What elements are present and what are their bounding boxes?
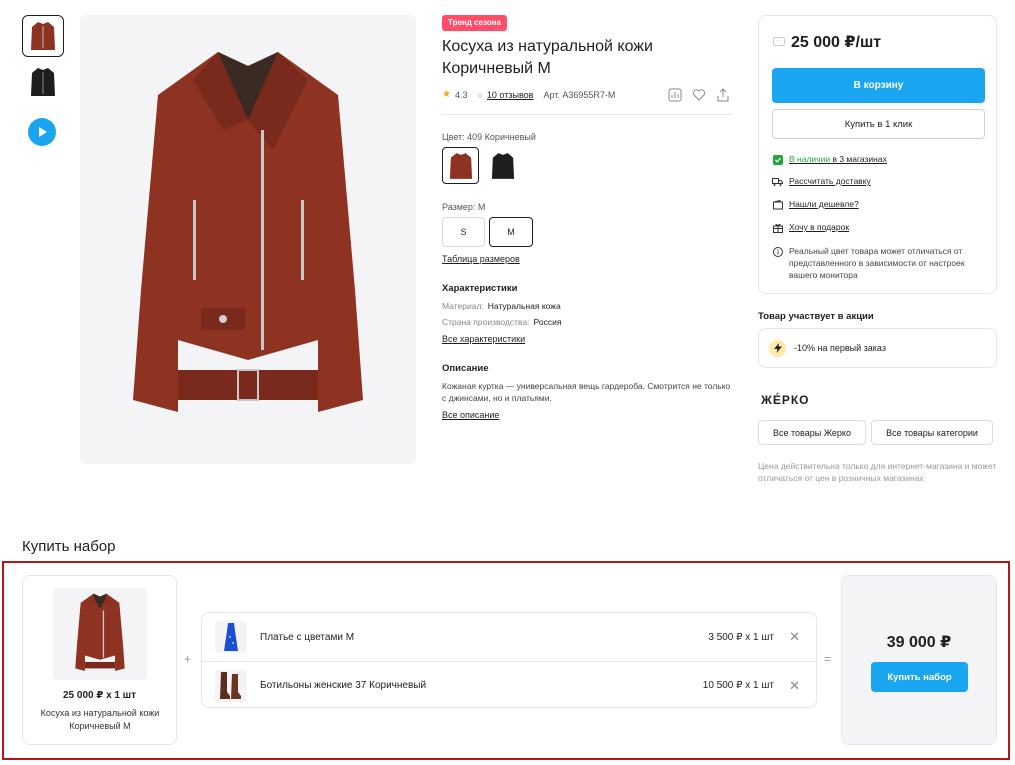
star-icon: ★	[442, 89, 451, 100]
product-meta: ★ 4.3 ○ 10 отзывов Арт. A36955R7-M	[442, 89, 615, 100]
price-note: Цена действительна только для интернет-м…	[758, 461, 997, 483]
color-label: Цвет: 409 Коричневый	[442, 132, 536, 142]
promo-title: Товар участвует в акции	[758, 311, 874, 322]
cheaper-row[interactable]: Нашли дешевле?	[772, 199, 859, 210]
bundle-total-price: 39 000 ₽	[886, 634, 952, 651]
size-table-link[interactable]: Таблица размеров	[442, 254, 520, 264]
remove-item-icon[interactable]: ✕	[789, 629, 800, 645]
spec-country: Страна производства: Россия	[442, 317, 561, 327]
plus-sign: +	[184, 652, 192, 666]
bundle-main-item: 25 000 ₽ x 1 шт Косуха из натуральной ко…	[22, 575, 177, 745]
brand-logo[interactable]: ЖЕ́РКО	[761, 393, 810, 407]
delivery-row[interactable]: Рассчитать доставку	[772, 176, 871, 187]
brown-jacket-swatch	[449, 152, 472, 179]
bundle-items-list: Платье с цветами M 3 500 ₽ x 1 шт ✕ Боти…	[201, 612, 817, 708]
boots-image[interactable]	[215, 669, 247, 702]
bundle-item-name: Ботильоны женские 37 Коричневый	[260, 680, 427, 691]
spec-material: Материал: Натуральная кожа	[442, 301, 561, 311]
description-title: Описание	[442, 363, 489, 374]
bundle-item-price: 3 500 ₽ x 1 шт	[708, 631, 774, 643]
compare-icon[interactable]	[668, 88, 682, 102]
spec-value: Россия	[533, 317, 562, 327]
color-option-black[interactable]	[484, 147, 521, 184]
promo-card[interactable]: -10% на первый заказ	[758, 328, 997, 368]
color-note-text: Реальный цвет товара может отличаться от…	[789, 246, 965, 280]
stores-count-text: в 3 магазинах	[830, 154, 887, 164]
play-icon	[39, 127, 47, 137]
info-icon	[772, 246, 783, 257]
size-option-s[interactable]: S	[442, 217, 485, 247]
black-jacket-thumbnail-image	[31, 68, 55, 96]
buy-card: ··· 25 000 ₽/шт В корзину Купить в 1 кли…	[758, 15, 997, 294]
product-actions	[668, 88, 730, 102]
bundle-item: Платье с цветами M 3 500 ₽ x 1 шт ✕	[202, 613, 816, 661]
color-note-row: Реальный цвет товара может отличаться от…	[772, 245, 987, 281]
product-title: Косуха из натуральной кожи Коричневый M	[442, 38, 653, 77]
add-to-cart-button[interactable]: В корзину	[772, 68, 985, 103]
thumbnail-brown-jacket[interactable]	[22, 15, 64, 57]
comment-icon: ○	[477, 89, 483, 100]
jacket-thumbnail-image	[31, 22, 55, 50]
reviews-link[interactable]: 10 отзывов	[487, 90, 534, 100]
gift-icon	[772, 222, 783, 233]
bundle-item: Ботильоны женские 37 Коричневый 10 500 ₽…	[202, 661, 816, 709]
all-brand-products-button[interactable]: Все товары Жерко	[758, 420, 866, 445]
divider	[442, 114, 732, 115]
article-number: Арт. A36955R7-M	[543, 89, 616, 100]
video-play-button[interactable]	[28, 118, 56, 146]
trend-badge: Тренд сезона	[442, 15, 507, 31]
bundle-item-price: 10 500 ₽ x 1 шт	[702, 680, 774, 691]
bundle-title: Купить набор	[22, 538, 116, 555]
spec-name: Страна производства:	[442, 317, 530, 327]
availability-link[interactable]: В наличии в 3 магазинах	[789, 154, 887, 164]
in-stock-text: В наличии	[789, 154, 831, 164]
size-label: Размер: M	[442, 202, 486, 212]
price: 25 000 ₽/шт	[791, 34, 882, 51]
gift-link[interactable]: Хочу в подарок	[789, 222, 849, 232]
black-jacket-swatch	[491, 152, 514, 179]
wallet-icon	[772, 199, 783, 210]
description-text: Кожаная куртка — универсальная вещь гард…	[442, 381, 731, 403]
bundle-main-name: Косуха из натуральной кожи Коричневый M	[40, 708, 160, 731]
remove-item-icon[interactable]: ✕	[789, 678, 800, 694]
jacket-image	[75, 593, 125, 671]
gift-row[interactable]: Хочу в подарок	[772, 222, 849, 233]
equals-sign: =	[824, 652, 832, 666]
all-category-products-button[interactable]: Все товары категории	[871, 420, 993, 445]
thumbnail-black-jacket[interactable]	[22, 61, 64, 103]
buy-one-click-button[interactable]: Купить в 1 клик	[772, 109, 985, 139]
buy-bundle-button[interactable]: Купить набор	[871, 662, 968, 692]
availability-row: В наличии в 3 магазинах	[772, 154, 887, 165]
all-description-link[interactable]: Все описание	[442, 410, 499, 420]
truck-icon	[772, 176, 783, 187]
price-tag-icon: ···	[773, 37, 785, 46]
check-circle-icon	[772, 154, 783, 165]
bundle-total-box: 39 000 ₽ Купить набор	[841, 575, 997, 745]
main-product-photo[interactable]	[80, 15, 416, 464]
rating-value: 4.3	[454, 89, 468, 100]
lightning-icon	[769, 339, 786, 357]
spec-name: Материал:	[442, 301, 484, 311]
size-option-m[interactable]: M	[489, 217, 533, 247]
spec-value: Натуральная кожа	[487, 301, 561, 311]
all-specs-link[interactable]: Все характеристики	[442, 334, 525, 344]
bundle-main-image[interactable]	[53, 588, 147, 680]
share-icon[interactable]	[716, 88, 730, 102]
dress-image[interactable]	[215, 621, 247, 653]
cheaper-link[interactable]: Нашли дешевле?	[789, 199, 859, 209]
bundle-main-price: 25 000 ₽ x 1 шт	[62, 690, 136, 701]
promo-text: -10% на первый заказ	[794, 343, 886, 353]
bundle-item-name: Платье с цветами M	[260, 631, 355, 643]
delivery-link[interactable]: Рассчитать доставку	[789, 176, 871, 186]
specs-title: Характеристики	[442, 283, 518, 294]
jacket-image	[133, 51, 363, 412]
heart-icon[interactable]	[692, 88, 706, 102]
color-option-brown[interactable]	[442, 147, 479, 184]
